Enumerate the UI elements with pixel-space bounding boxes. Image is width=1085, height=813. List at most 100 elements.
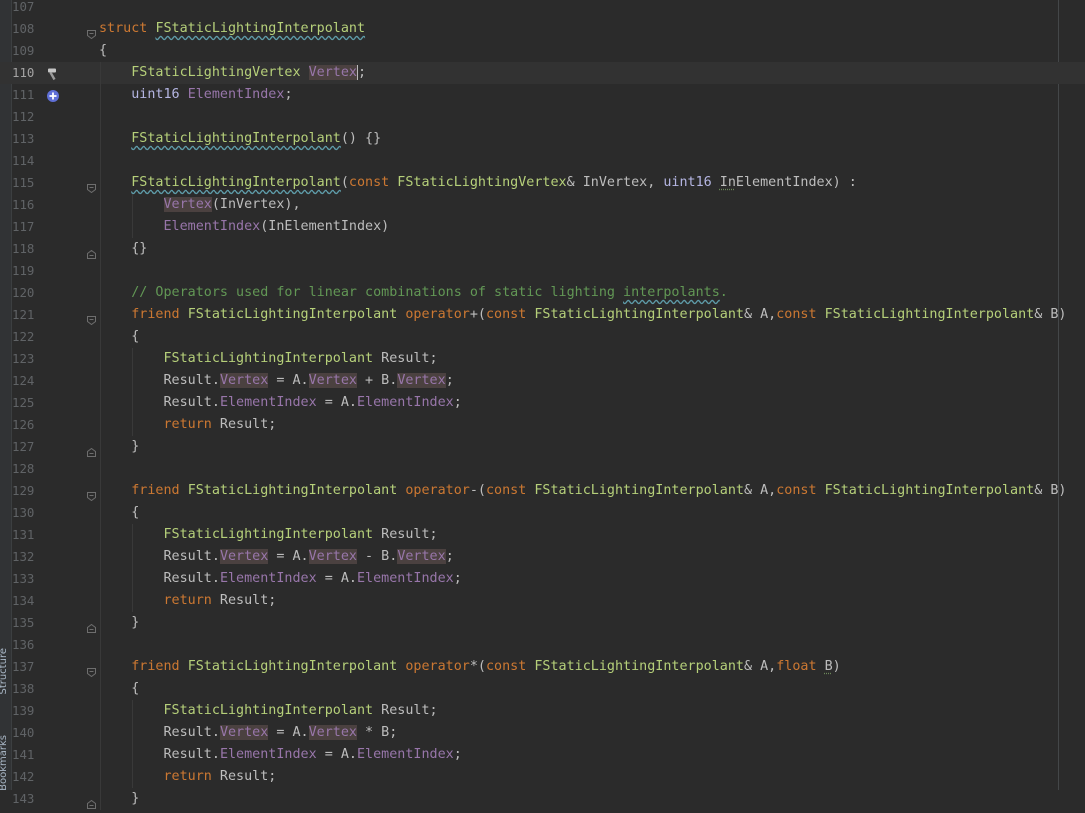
line-number[interactable]: 110 [12,62,40,84]
code-line[interactable]: 128 [0,458,1085,480]
line-number[interactable]: 128 [12,458,40,480]
code-line[interactable]: 131 FStaticLightingInterpolant Result; [0,524,1085,546]
code-text: { [99,40,107,62]
line-number[interactable]: 134 [12,590,40,612]
indent-guide [132,524,133,612]
code-text: { [99,326,139,348]
line-number[interactable]: 119 [12,260,40,282]
implements-icon[interactable] [46,88,60,102]
line-number[interactable]: 136 [12,634,40,656]
code-line[interactable]: 122 { [0,326,1085,348]
fold-close-icon[interactable] [87,618,96,627]
line-number[interactable]: 133 [12,568,40,590]
code-line[interactable]: 141 Result.ElementIndex = A.ElementIndex… [0,744,1085,766]
code-line[interactable]: 125 Result.ElementIndex = A.ElementIndex… [0,392,1085,414]
line-number[interactable]: 127 [12,436,40,458]
fold-open-icon[interactable] [87,310,96,319]
code-text: Result.Vertex = A.Vertex + B.Vertex; [99,370,454,392]
line-number[interactable]: 123 [12,348,40,370]
fold-open-icon[interactable] [87,486,96,495]
code-text: FStaticLightingVertex Vertex; [99,62,366,84]
code-line[interactable]: 118 {} [0,238,1085,260]
line-number[interactable]: 131 [12,524,40,546]
code-text: { [99,678,139,700]
code-line[interactable]: 120 // Operators used for linear combina… [0,282,1085,304]
line-number[interactable]: 132 [12,546,40,568]
code-line[interactable]: 116 Vertex(InVertex), [0,194,1085,216]
fold-open-icon[interactable] [87,178,96,187]
line-number[interactable]: 135 [12,612,40,634]
code-line[interactable]: 134 return Result; [0,590,1085,612]
line-number[interactable]: 138 [12,678,40,700]
code-line[interactable]: 143 } [0,788,1085,810]
fold-open-icon[interactable] [87,24,96,33]
line-number[interactable]: 113 [12,128,40,150]
line-number[interactable]: 114 [12,150,40,172]
line-number[interactable]: 137 [12,656,40,678]
code-line[interactable]: 135 } [0,612,1085,634]
code-line[interactable]: 117 ElementIndex(InElementIndex) [0,216,1085,238]
code-text: FStaticLightingInterpolant Result; [99,524,438,546]
code-line[interactable]: 126 return Result; [0,414,1085,436]
line-number[interactable]: 109 [12,40,40,62]
code-line[interactable]: 112 [0,106,1085,128]
line-number[interactable]: 139 [12,700,40,722]
code-text: FStaticLightingInterpolant() {} [99,128,381,150]
code-text: Result.ElementIndex = A.ElementIndex; [99,568,462,590]
line-number[interactable]: 108 [12,18,40,40]
code-line[interactable]: 127 } [0,436,1085,458]
code-line[interactable]: 113 FStaticLightingInterpolant() {} [0,128,1085,150]
line-number[interactable]: 125 [12,392,40,414]
code-line[interactable]: 107 [0,0,1085,18]
line-number[interactable]: 111 [12,84,40,106]
line-number[interactable]: 129 [12,480,40,502]
code-line[interactable]: 129 friend FStaticLightingInterpolant op… [0,480,1085,502]
line-number[interactable]: 143 [12,788,40,810]
code-line[interactable]: 138 { [0,678,1085,700]
fold-open-icon[interactable] [87,662,96,671]
code-text: friend FStaticLightingInterpolant operat… [99,480,1066,502]
hammer-icon[interactable] [46,66,60,80]
code-line[interactable]: 115 FStaticLightingInterpolant(const FSt… [0,172,1085,194]
line-number[interactable]: 140 [12,722,40,744]
line-number[interactable]: 122 [12,326,40,348]
code-line[interactable]: 124 Result.Vertex = A.Vertex + B.Vertex; [0,370,1085,392]
line-number[interactable]: 124 [12,370,40,392]
code-line[interactable]: 136 [0,634,1085,656]
code-line[interactable]: 121 friend FStaticLightingInterpolant op… [0,304,1085,326]
line-number[interactable]: 107 [12,0,40,18]
code-line[interactable]: 109 { [0,40,1085,62]
fold-close-icon[interactable] [87,442,96,451]
line-number[interactable]: 115 [12,172,40,194]
code-line[interactable]: 123 FStaticLightingInterpolant Result; [0,348,1085,370]
line-number[interactable]: 142 [12,766,40,788]
code-line[interactable]: 132 Result.Vertex = A.Vertex - B.Vertex; [0,546,1085,568]
line-number[interactable]: 118 [12,238,40,260]
code-line[interactable]: 142 return Result; [0,766,1085,788]
code-line[interactable]: 119 [0,260,1085,282]
line-number[interactable]: 130 [12,502,40,524]
line-number[interactable]: 121 [12,304,40,326]
code-text: } [99,612,139,634]
line-number[interactable]: 126 [12,414,40,436]
line-number[interactable]: 117 [12,216,40,238]
line-number[interactable]: 141 [12,744,40,766]
code-line[interactable]: 114 [0,150,1085,172]
code-line[interactable]: 108 struct FStaticLightingInterpolant [0,18,1085,40]
fold-close-icon[interactable] [87,794,96,803]
code-text: } [99,436,139,458]
code-line[interactable]: 133 Result.ElementIndex = A.ElementIndex… [0,568,1085,590]
code-text: FStaticLightingInterpolant(const FStatic… [99,172,857,194]
code-line[interactable]: 110 FStaticLightingVertex Vertex; [0,62,1085,84]
code-line[interactable]: 111 uint16 ElementIndex; [0,84,1085,106]
line-number[interactable]: 112 [12,106,40,128]
code-line[interactable]: 130 { [0,502,1085,524]
code-text: Result.Vertex = A.Vertex * B; [99,722,397,744]
line-number[interactable]: 120 [12,282,40,304]
code-line[interactable]: 139 FStaticLightingInterpolant Result; [0,700,1085,722]
line-number[interactable]: 116 [12,194,40,216]
code-line[interactable]: 137 friend FStaticLightingInterpolant op… [0,656,1085,678]
fold-close-icon[interactable] [87,244,96,253]
code-text: return Result; [99,766,276,788]
code-line[interactable]: 140 Result.Vertex = A.Vertex * B; [0,722,1085,744]
